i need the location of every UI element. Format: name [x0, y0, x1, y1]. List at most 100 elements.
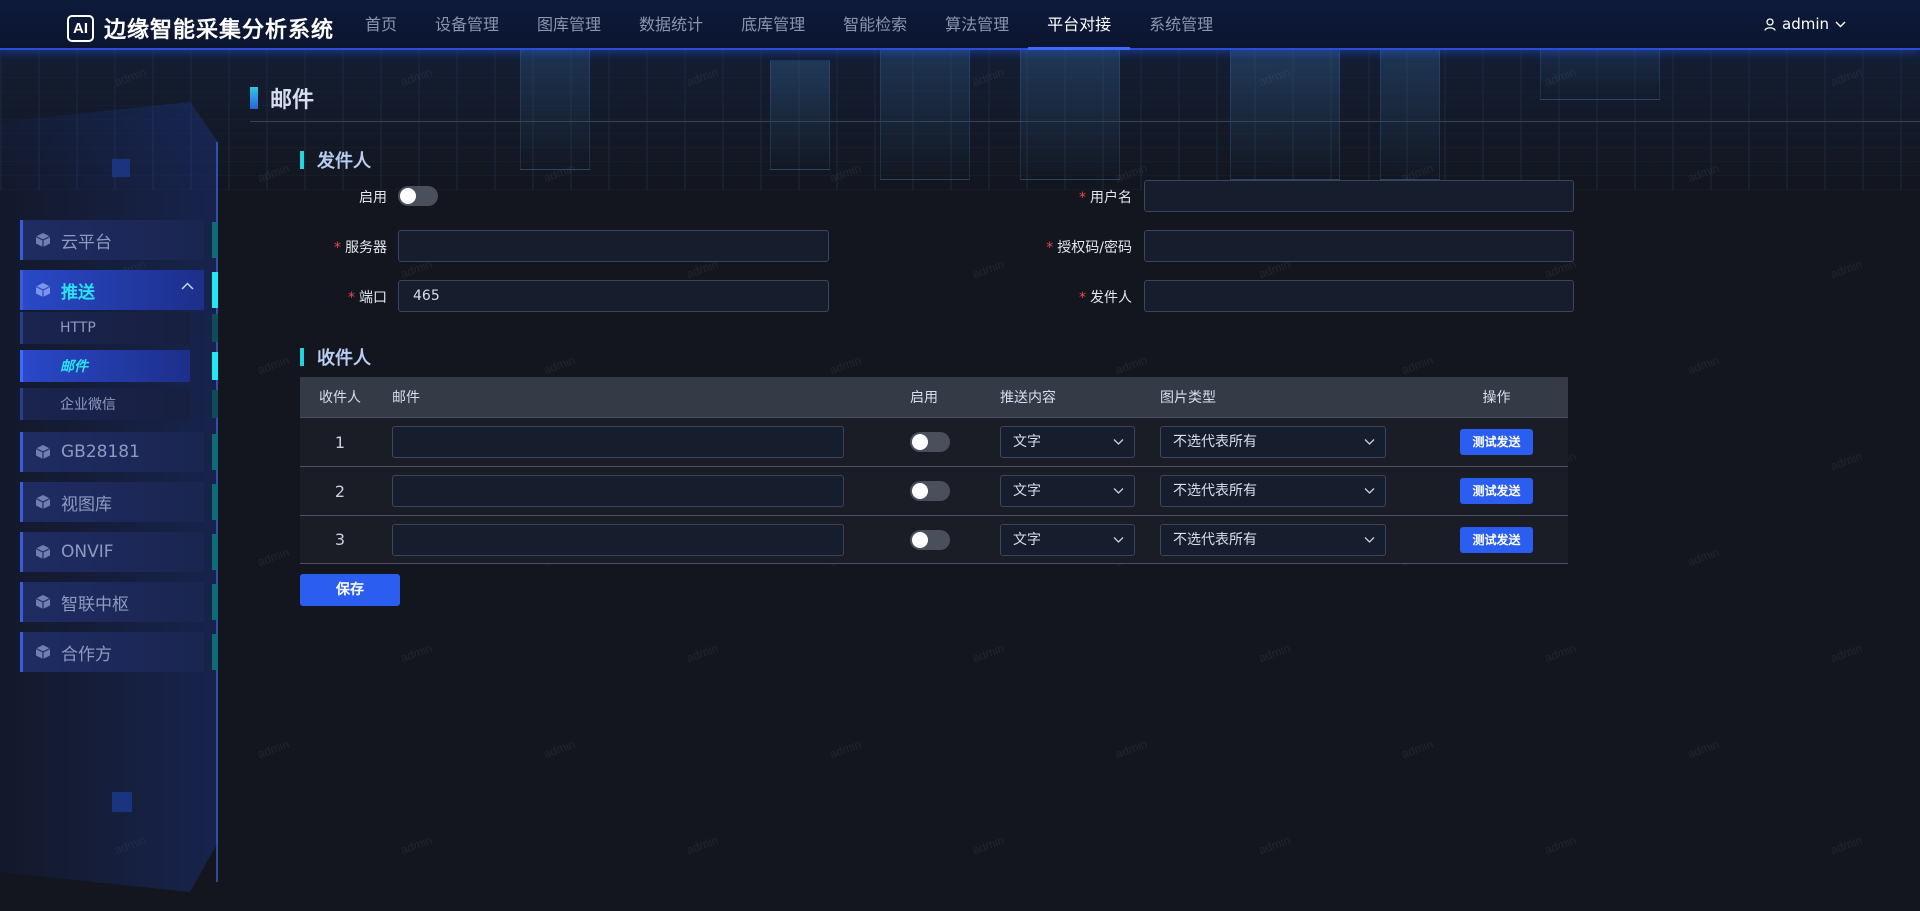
username-field[interactable]: [1144, 180, 1574, 212]
cube-icon: [35, 645, 51, 659]
image-type-value: 不选代表所有: [1173, 531, 1257, 548]
watermark-text: admin: [970, 640, 1007, 666]
watermark-text: admin: [1828, 256, 1865, 282]
watermark-text: admin: [1828, 448, 1865, 474]
required-mark: *: [1046, 240, 1054, 256]
section-title-text: 发件人: [317, 151, 371, 172]
nav-home[interactable]: 首页: [346, 0, 416, 50]
sidebar-item-indicator: [212, 634, 218, 670]
receiver-email-input[interactable]: [392, 523, 844, 556]
test-send-button[interactable]: 测试发送: [1460, 478, 1533, 504]
test-send-button[interactable]: 测试发送: [1460, 429, 1533, 455]
nav-device-management[interactable]: 设备管理: [416, 0, 518, 50]
receiver-email-input[interactable]: [392, 426, 844, 458]
nav-statistics[interactable]: 数据统计: [620, 0, 722, 50]
watermark-text: admin: [1542, 64, 1579, 90]
watermark-text: admin: [1256, 640, 1293, 666]
content-cell: 文字: [1000, 426, 1160, 458]
action-cell: 测试发送: [1425, 429, 1568, 455]
server-label: * 服务器: [277, 237, 387, 257]
sidebar-item-smart-hub[interactable]: 智联中枢: [20, 582, 218, 622]
receiver-email-input[interactable]: [392, 475, 844, 507]
auth-label: * 授权码/密码: [1022, 237, 1132, 257]
watermark-text: admin: [1542, 832, 1579, 858]
sidebar-item-label: ONVIF: [61, 542, 114, 562]
image-type-select[interactable]: 不选代表所有: [1160, 523, 1386, 556]
sidebar-item-onvif[interactable]: ONVIF: [20, 532, 218, 572]
toggle-knob: [912, 434, 928, 450]
chevron-down-icon: [1835, 21, 1846, 27]
receiver-enable-toggle[interactable]: [910, 529, 950, 550]
receiver-enable-toggle[interactable]: [910, 432, 950, 452]
sender-enable-toggle[interactable]: [398, 186, 438, 206]
main-nav: 首页 设备管理 图库管理 数据统计 底库管理 智能检索 算法管理 平台对接 系统…: [346, 0, 1232, 50]
watermark-text: admin: [1542, 640, 1579, 666]
username-label-text: 用户名: [1090, 190, 1132, 206]
watermark-text: admin: [1256, 832, 1293, 858]
sidebar-subitem-http[interactable]: HTTP: [20, 312, 218, 344]
row-index: 1: [334, 432, 346, 452]
port-field[interactable]: 465: [398, 280, 829, 312]
sidebar-subitem-label: 企业微信: [60, 397, 116, 413]
sidebar-item-push[interactable]: 推送: [20, 270, 218, 310]
content-cell: 文字: [1000, 523, 1160, 556]
sidebar-item-gb28181[interactable]: GB28181: [20, 432, 218, 472]
push-content-select[interactable]: 文字: [1000, 426, 1135, 458]
sidebar-item-label: 合作方: [61, 644, 112, 665]
sidebar-item-cloud-platform[interactable]: 云平台: [20, 220, 218, 260]
ai-logo-icon: AI: [67, 14, 94, 42]
receiver-enable-toggle[interactable]: [910, 481, 950, 501]
watermark-text: admin: [255, 736, 292, 762]
auth-code-field[interactable]: [1144, 230, 1574, 262]
push-content-value: 文字: [1013, 434, 1041, 450]
image-type-select[interactable]: 不选代表所有: [1160, 426, 1386, 458]
watermark-text: admin: [1828, 640, 1865, 666]
from-field[interactable]: [1144, 280, 1574, 312]
nav-smart-search[interactable]: 智能检索: [824, 0, 926, 50]
receiver-table: 收件人 邮件 启用 推送内容 图片类型 操作 1 文字 不选代表所有 测试发送 …: [300, 377, 1568, 564]
watermark-text: admin: [684, 64, 721, 90]
enable-label: 启用: [277, 187, 387, 207]
sidebar-item-label: GB28181: [61, 442, 140, 462]
page-header: 邮件: [250, 82, 314, 114]
sidebar-item-indicator: [212, 434, 218, 470]
chevron-down-icon: [1364, 536, 1375, 543]
nav-system-management[interactable]: 系统管理: [1130, 0, 1232, 50]
app-logo: AI 边缘智能采集分析系统: [67, 12, 334, 44]
watermark-text: admin: [1399, 736, 1436, 762]
nav-algorithm-management[interactable]: 算法管理: [926, 0, 1028, 50]
chevron-down-icon: [1113, 439, 1124, 445]
push-content-select[interactable]: 文字: [1000, 475, 1135, 507]
sidebar-item-partners[interactable]: 合作方: [20, 632, 218, 672]
image-type-select[interactable]: 不选代表所有: [1160, 475, 1386, 507]
column-header-action: 操作: [1482, 390, 1511, 406]
nav-gallery-management[interactable]: 图库管理: [518, 0, 620, 50]
sidebar-subitem-label: 邮件: [60, 359, 88, 375]
chevron-down-icon: [1364, 439, 1375, 445]
sidebar-subitem-email[interactable]: 邮件: [20, 350, 218, 382]
image-type-cell: 不选代表所有: [1160, 426, 1425, 458]
sidebar: 云平台 推送 HTTP 邮件 企业微信 GB28181 视图库 ONVIF 智联…: [0, 52, 218, 911]
watermark-text: admin: [684, 832, 721, 858]
section-title-text: 收件人: [317, 348, 371, 369]
save-button[interactable]: 保存: [300, 574, 400, 606]
test-send-button[interactable]: 测试发送: [1460, 526, 1533, 553]
server-label-text: 服务器: [345, 240, 387, 256]
server-field[interactable]: [398, 230, 829, 262]
image-type-value: 不选代表所有: [1173, 483, 1257, 499]
sidebar-item-view-library[interactable]: 视图库: [20, 482, 218, 522]
watermark-text: admin: [541, 352, 578, 378]
side-menu: 云平台 推送 HTTP 邮件 企业微信 GB28181 视图库 ONVIF 智联…: [20, 220, 220, 682]
push-content-select[interactable]: 文字: [1000, 523, 1135, 556]
watermark-text: admin: [1113, 736, 1150, 762]
nav-base-library[interactable]: 底库管理: [722, 0, 824, 50]
user-menu[interactable]: admin: [1764, 15, 1852, 33]
column-header-email: 邮件: [392, 390, 420, 406]
port-label-text: 端口: [359, 290, 387, 306]
nav-platform-integration[interactable]: 平台对接: [1028, 0, 1131, 50]
image-type-cell: 不选代表所有: [1160, 475, 1425, 507]
toggle-knob: [912, 531, 928, 548]
email-cell: [380, 426, 910, 458]
page-title: 邮件: [270, 88, 315, 113]
sidebar-subitem-wecom[interactable]: 企业微信: [20, 388, 218, 420]
